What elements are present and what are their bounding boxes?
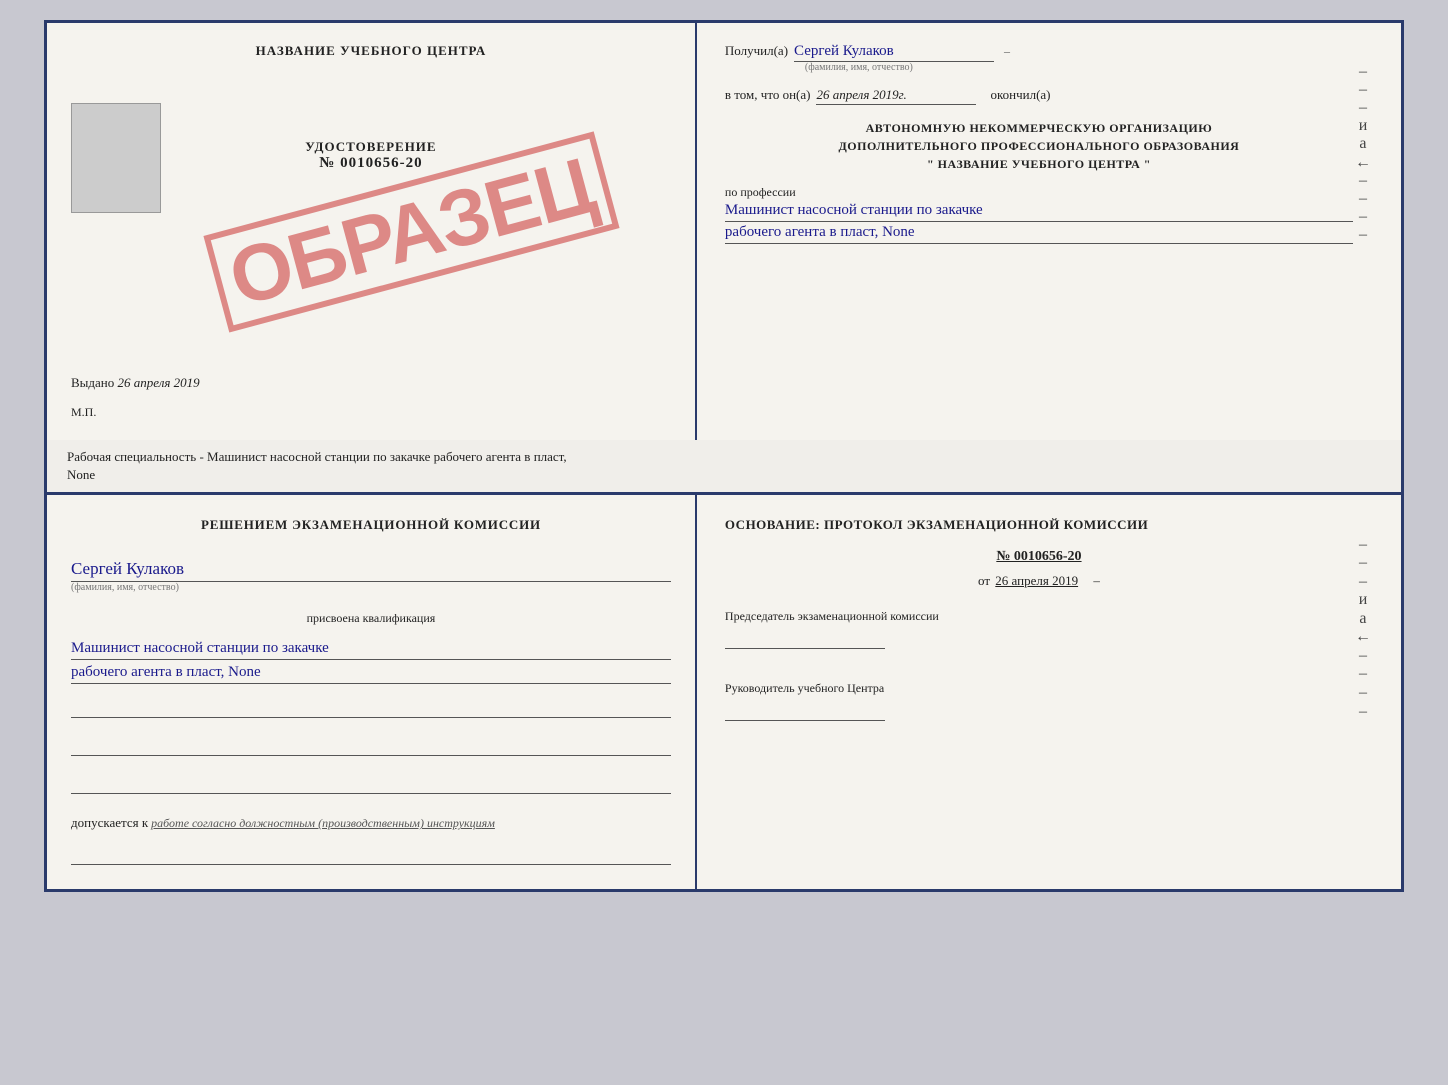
osnovanie-label: Основание: протокол экзаменационной коми… — [725, 515, 1353, 535]
top-certificate: НАЗВАНИЕ УЧЕБНОГО ЦЕНТРА УДОСТОВЕРЕНИЕ №… — [44, 20, 1404, 440]
protocol-date-row: от 26 апреля 2019 – — [725, 573, 1353, 589]
cert-right-main: Получил(а) Сергей Кулаков – (фамилия, им… — [725, 43, 1353, 244]
cert-bottom-left: Решением экзаменационной комиссии Сергей… — [47, 495, 697, 889]
rukovoditel-label: Руководитель учебного Центра — [725, 679, 1353, 697]
cert-right-inner: Получил(а) Сергей Кулаков – (фамилия, им… — [725, 43, 1373, 244]
block-line1: АВТОНОМНУЮ НЕКОММЕРЧЕСКУЮ ОРГАНИЗАЦИЮ — [725, 119, 1353, 137]
prisvoena-text: присвоена квалификация — [71, 611, 671, 626]
cert-bottom-right: Основание: протокол экзаменационной коми… — [697, 495, 1401, 889]
bottom-name-sub: (фамилия, имя, отчество) — [71, 582, 671, 593]
cert-bottom-right-main: Основание: протокол экзаменационной коми… — [725, 515, 1353, 721]
protocol-date-val: 26 апреля 2019 — [995, 573, 1078, 588]
underline4 — [71, 845, 671, 865]
vtom-date: 26 апреля 2019г. — [816, 87, 976, 105]
dopusk-label: допускается к — [71, 815, 148, 830]
predsedatel-line — [725, 629, 885, 649]
date-dash: – — [1093, 573, 1100, 588]
po-professii-label: по профессии — [725, 185, 1353, 200]
separator-text1: Рабочая специальность - Машинист насосно… — [67, 449, 567, 464]
name-area: Сергей Кулаков (фамилия, имя, отчество) — [71, 553, 671, 593]
kvali-area: Машинист насосной станции по закачке раб… — [71, 636, 671, 684]
vydano-label: Выдано — [71, 375, 114, 390]
photo-placeholder — [71, 103, 161, 213]
vtom-label: в том, что он(а) — [725, 87, 811, 103]
protocol-number: № 0010656-20 — [725, 549, 1353, 565]
dopusk-area: допускается к работе согласно должностны… — [71, 815, 671, 831]
kvali-line2: рабочего агента в пласт, None — [71, 664, 671, 684]
komissia-text: Решением экзаменационной комиссии — [71, 515, 671, 535]
profession-line2: рабочего агента в пласт, None — [725, 224, 1353, 244]
block-line2: ДОПОЛНИТЕЛЬНОГО ПРОФЕССИОНАЛЬНОГО ОБРАЗО… — [725, 137, 1353, 155]
profession-line1: Машинист насосной станции по закачке — [725, 202, 1353, 222]
poluchil-row: Получил(а) Сергей Кулаков – — [725, 43, 1353, 62]
underline2 — [71, 736, 671, 756]
cert-number-top: № 0010656-20 — [319, 155, 422, 172]
dash1: – — [1004, 44, 1010, 59]
bottom-right-dashes: – – – и а ← – – – – — [1353, 515, 1373, 721]
rukovoditel-line — [725, 701, 885, 721]
separator-area: Рабочая специальность - Машинист насосно… — [44, 440, 1404, 492]
rukovoditel-area: Руководитель учебного Центра — [725, 679, 1353, 721]
predsedatel-area: Председатель экзаменационной комиссии — [725, 607, 1353, 649]
cert-right-panel: Получил(а) Сергей Кулаков – (фамилия, им… — [697, 23, 1401, 440]
document-container: НАЗВАНИЕ УЧЕБНОГО ЦЕНТРА УДОСТОВЕРЕНИЕ №… — [44, 20, 1404, 892]
okonchil-label: окончил(а) — [990, 87, 1050, 103]
underline1 — [71, 698, 671, 718]
bottom-name: Сергей Кулаков — [71, 559, 671, 582]
udost-label: УДОСТОВЕРЕНИЕ — [305, 139, 436, 155]
block-text-area: АВТОНОМНУЮ НЕКОММЕРЧЕСКУЮ ОРГАНИЗАЦИЮ ДО… — [725, 119, 1353, 173]
date-prefix: от — [978, 573, 990, 588]
bottom-certificate: Решением экзаменационной комиссии Сергей… — [44, 492, 1404, 892]
kvali-line1: Машинист насосной станции по закачке — [71, 640, 671, 660]
vtom-row: в том, что он(а) 26 апреля 2019г. окончи… — [725, 87, 1353, 105]
underline3 — [71, 774, 671, 794]
cert-bottom-right-inner: Основание: протокол экзаменационной коми… — [725, 515, 1373, 721]
poluchil-sub: (фамилия, имя, отчество) — [805, 62, 1353, 73]
separator-text2: None — [67, 467, 95, 482]
vydano-field: Выдано 26 апреля 2019 — [71, 375, 200, 391]
right-dashes: – – – и а ← – – – – — [1353, 43, 1373, 244]
school-title-top: НАЗВАНИЕ УЧЕБНОГО ЦЕНТРА — [256, 43, 487, 59]
profession-area: по профессии Машинист насосной станции п… — [725, 185, 1353, 244]
dopusk-value: работе согласно должностным (производств… — [151, 816, 495, 830]
vydano-date: 26 апреля 2019 — [118, 375, 200, 390]
cert-left-panel: НАЗВАНИЕ УЧЕБНОГО ЦЕНТРА УДОСТОВЕРЕНИЕ №… — [47, 23, 697, 440]
block-line3: " НАЗВАНИЕ УЧЕБНОГО ЦЕНТРА " — [725, 155, 1353, 173]
mp-label: М.П. — [71, 405, 96, 420]
poluchil-label: Получил(а) — [725, 43, 788, 59]
poluchil-name: Сергей Кулаков — [794, 43, 994, 62]
predsedatel-label: Председатель экзаменационной комиссии — [725, 607, 1353, 625]
